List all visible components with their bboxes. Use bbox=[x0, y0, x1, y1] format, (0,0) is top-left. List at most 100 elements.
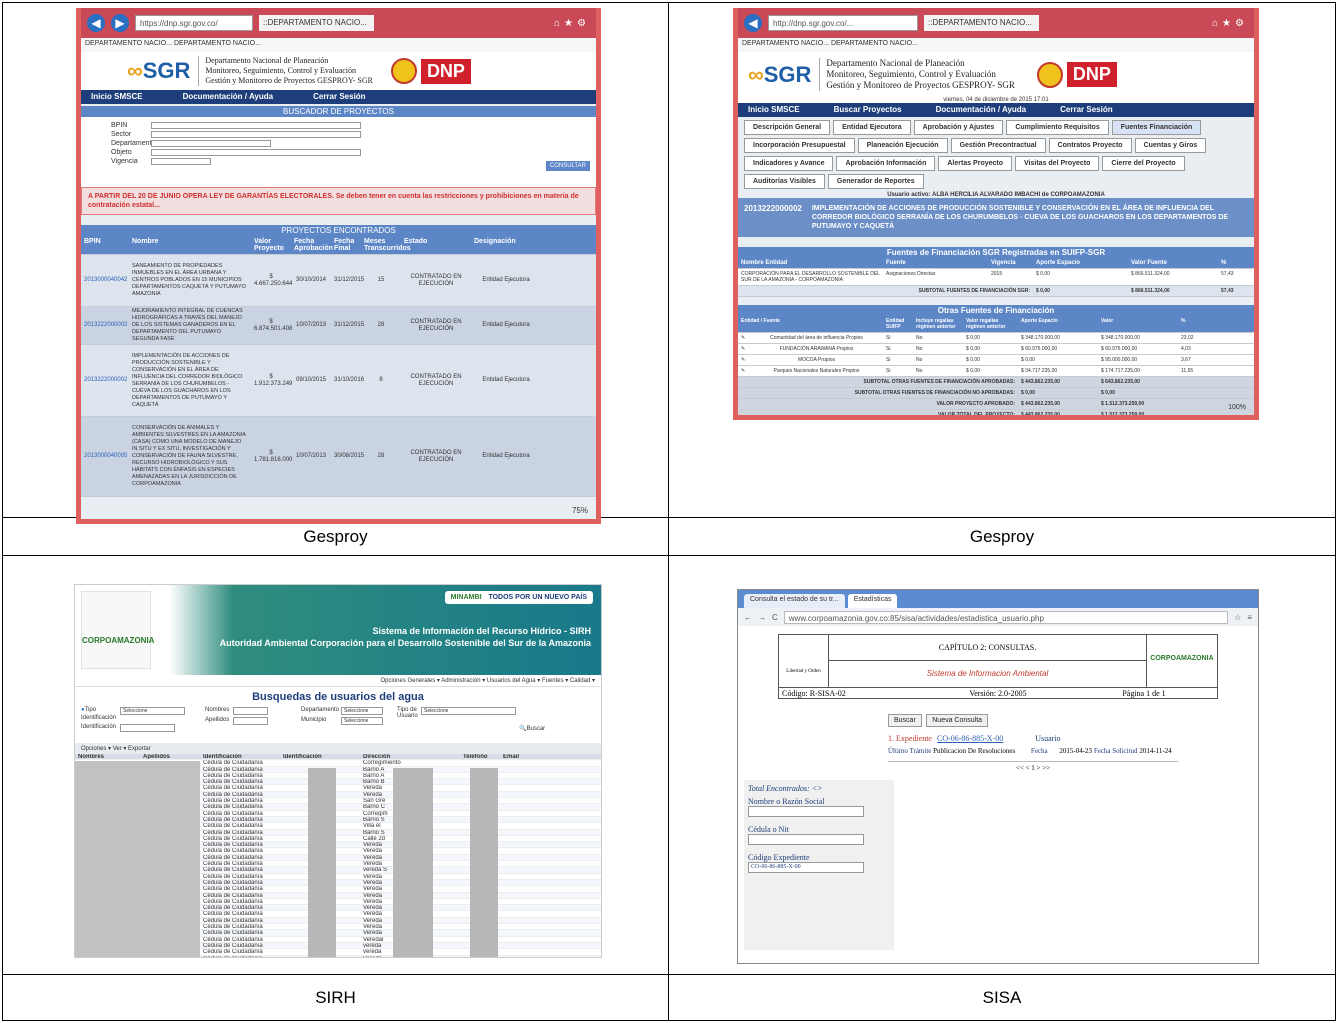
tipo-select[interactable]: Seleccione bbox=[120, 707, 185, 715]
back-arrow-icon[interactable]: ◀ bbox=[87, 14, 105, 32]
id-type-cell: Cédula de Ciudadanía bbox=[203, 810, 263, 816]
tab-entidad[interactable]: Entidad Ejecutora bbox=[833, 120, 911, 135]
tab-contratos[interactable]: Contratos Proyecto bbox=[1048, 138, 1132, 153]
municipio-select[interactable]: Seleccione bbox=[341, 717, 383, 725]
forward-arrow-icon[interactable]: ▶ bbox=[111, 14, 129, 32]
browser-tab[interactable]: ::DEPARTAMENTO NACIO... bbox=[259, 15, 374, 31]
tab-indicadores[interactable]: Indicadores y Avance bbox=[744, 156, 834, 171]
back-arrow-icon[interactable]: ◀ bbox=[744, 14, 762, 32]
zoom-indicator[interactable]: 100% bbox=[1228, 404, 1246, 411]
total-row: SUBTOTAL OTRAS FUENTES DE FINANCIACIÓN A… bbox=[738, 377, 1254, 388]
tab-planeacion[interactable]: Planeación Ejecución bbox=[857, 138, 948, 153]
departamento-select[interactable] bbox=[151, 140, 271, 147]
grid-toolbar[interactable]: Opciones ▾ Ver ▾ Exportar bbox=[75, 743, 601, 754]
grid-cell bbox=[500, 855, 560, 860]
vigencia-select[interactable] bbox=[151, 158, 211, 165]
id-type-cell: Cédula de Ciudadanía bbox=[203, 779, 263, 785]
tab-requisitos[interactable]: Cumplimiento Requisitos bbox=[1006, 120, 1109, 135]
edit-icon[interactable]: ✎ bbox=[738, 355, 750, 365]
other-source-cell: No bbox=[916, 357, 923, 363]
star-icon[interactable]: ☆ bbox=[1234, 613, 1241, 622]
tab-cuentas[interactable]: Cuentas y Giros bbox=[1134, 138, 1207, 153]
apellidos-input[interactable] bbox=[233, 717, 268, 725]
result-valor: $ 6.874.501.408 bbox=[254, 318, 293, 332]
menu-icon[interactable]: ≡ bbox=[1247, 613, 1252, 622]
result-item: 1. Expediente CO-06-86-885-X-00 Usuario … bbox=[888, 733, 1258, 774]
other-source-cell: $ 0,00 bbox=[966, 357, 980, 363]
tab-reportes[interactable]: Generador de Reportes bbox=[827, 174, 924, 189]
tab-aprobacion-info[interactable]: Aprobación Información bbox=[836, 156, 936, 171]
tab-cierre[interactable]: Cierre del Proyecto bbox=[1102, 156, 1185, 171]
identificacion-input[interactable] bbox=[120, 724, 175, 732]
fecha-solicitud-value: 2014-11-24 bbox=[1139, 747, 1172, 755]
zoom-indicator[interactable]: 75% bbox=[572, 506, 588, 515]
buscar-button[interactable]: 🔍Buscar bbox=[519, 725, 545, 732]
result-bpin-link[interactable]: 2013000040005 bbox=[81, 451, 129, 462]
tab-fuentes[interactable]: Fuentes Financiación bbox=[1111, 120, 1202, 135]
buscar-button[interactable]: Buscar bbox=[888, 714, 922, 727]
objeto-input[interactable] bbox=[151, 149, 361, 156]
nombre-input[interactable] bbox=[748, 806, 864, 817]
sirh-menu[interactable]: Opciones Generales ▾ Administración ▾ Us… bbox=[75, 675, 601, 687]
menu-buscar[interactable]: Buscar Proyectos bbox=[834, 103, 902, 117]
tab-estadisticas[interactable]: Estadísticas bbox=[847, 594, 898, 608]
window-controls-icon[interactable]: ⌂★⚙ bbox=[554, 18, 590, 29]
favorites-bar: DEPARTAMENTO NACIO... DEPARTAMENTO NACIO… bbox=[81, 38, 596, 52]
address-bar[interactable]: www.corpoamazonia.gov.co:85/sisa/activid… bbox=[783, 610, 1229, 624]
tab-visitas[interactable]: Visitas del Proyecto bbox=[1015, 156, 1100, 171]
edit-icon[interactable]: ✎ bbox=[738, 333, 750, 343]
menu-cerrar-sesion[interactable]: Cerrar Sesión bbox=[1060, 103, 1112, 117]
codigo-expediente-input[interactable]: CO-06-86-885-X-00 bbox=[748, 862, 864, 873]
menu-inicio[interactable]: Inicio SMSCE bbox=[748, 103, 800, 117]
grid-cell bbox=[500, 760, 560, 765]
sector-select[interactable] bbox=[151, 131, 361, 138]
total-row: VALOR TOTAL DEL PROYECTO: $ 443.862.235,0… bbox=[738, 410, 1254, 418]
browser-tab[interactable]: ::DEPARTAMENTO NACIO... bbox=[924, 15, 1039, 31]
edit-icon[interactable]: ✎ bbox=[738, 344, 750, 354]
pager[interactable]: << < 1 > >> bbox=[888, 762, 1178, 774]
reload-icon[interactable]: C bbox=[772, 613, 778, 622]
gesproy-header: ∞SGR Departamento Nacional de Planeación… bbox=[738, 52, 1254, 97]
tab-descripcion[interactable]: Descripción General bbox=[744, 120, 831, 135]
expediente-link[interactable]: CO-06-86-885-X-00 bbox=[937, 734, 1003, 743]
bpin-input[interactable] bbox=[151, 122, 361, 129]
gesproy-header: ∞SGR Departamento Nacional de Planeación… bbox=[81, 52, 596, 90]
other-source-cell: $ 34.717.235,00 bbox=[1021, 368, 1058, 374]
tab-auditorias[interactable]: Auditorías Visibles bbox=[744, 174, 825, 189]
result-bpin-link[interactable]: 2013222000002 bbox=[81, 375, 129, 386]
window-controls-icon[interactable]: ⌂★⚙ bbox=[1212, 18, 1248, 29]
nueva-consulta-button[interactable]: Nueva Consulta bbox=[926, 714, 989, 727]
total-cell: VALOR TOTAL DEL PROYECTO: bbox=[938, 412, 1015, 418]
consultar-button[interactable]: CONSULTAR bbox=[545, 161, 590, 171]
tab-aprobacion[interactable]: Aprobación y Ajustes bbox=[913, 120, 1004, 135]
tab-precontractual[interactable]: Gestión Precontractual bbox=[950, 138, 1046, 153]
forward-arrow-icon[interactable]: → bbox=[758, 613, 766, 622]
tab-consulta[interactable]: Consulta el estado de su tr... bbox=[744, 594, 845, 608]
id-type-cell: Cédula de Ciudadanía bbox=[203, 766, 263, 772]
menu-documentacion[interactable]: Documentación / Ayuda bbox=[183, 90, 274, 104]
id-type-cell: Cédula de Ciudadanía bbox=[203, 854, 263, 861]
address-bar[interactable]: https://dnp.sgr.gov.co/ bbox=[135, 15, 253, 31]
departamento-select[interactable]: Seleccione bbox=[341, 707, 383, 715]
results-title: PROYECTOS ENCONTRADOS bbox=[81, 225, 596, 236]
result-bpin-link[interactable]: 2013000040042 bbox=[81, 275, 129, 286]
other-source-cell: 11,55 bbox=[1181, 368, 1194, 374]
sisa-document-header: Libertad y Orden CAPÍTULO 2: CONSULTAS. … bbox=[778, 634, 1218, 699]
back-arrow-icon[interactable]: ← bbox=[744, 613, 752, 622]
cedula-input[interactable] bbox=[748, 834, 864, 845]
total-cell: $ 443.862.235,00 bbox=[1021, 379, 1060, 385]
menu-inicio[interactable]: Inicio SMSCE bbox=[91, 90, 143, 104]
menu-documentacion[interactable]: Documentación / Ayuda bbox=[936, 103, 1027, 117]
tab-alertas[interactable]: Alertas Proyecto bbox=[938, 156, 1013, 171]
nombre-label: Nombre o Razón Social bbox=[748, 797, 825, 806]
menu-cerrar-sesion[interactable]: Cerrar Sesión bbox=[313, 90, 365, 104]
result-bpin-link[interactable]: 2013222000002 bbox=[81, 320, 129, 331]
nombres-input[interactable] bbox=[233, 707, 268, 715]
edit-icon[interactable]: ✎ bbox=[738, 366, 750, 376]
address-bar[interactable]: http://dnp.sgr.gov.co/... bbox=[768, 15, 918, 31]
other-sources-header: Entidad / Fuente Entidad SUIFP Incluye r… bbox=[738, 316, 1254, 333]
tab-incorporacion[interactable]: Incorporación Presupuestal bbox=[744, 138, 855, 153]
tipo-usuario-select[interactable]: Seleccione bbox=[421, 707, 516, 715]
other-source-cell: 4,03 bbox=[1181, 346, 1191, 352]
corpoamazonia-logo: CORPOAMAZONIA bbox=[81, 591, 154, 669]
